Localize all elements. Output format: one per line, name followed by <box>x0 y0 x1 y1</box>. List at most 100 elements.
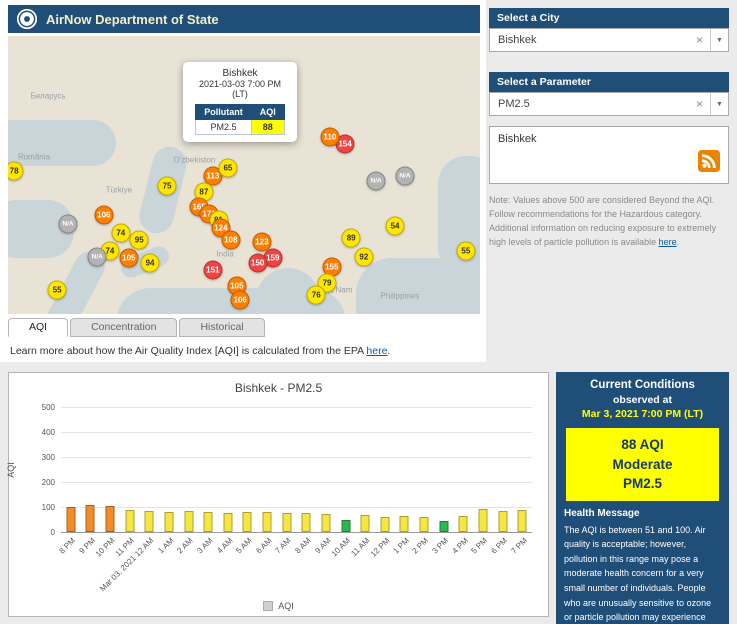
aqi-marker[interactable]: N/A <box>87 247 107 267</box>
aqi-marker[interactable]: 110 <box>320 127 340 147</box>
app-title: AirNow Department of State <box>46 11 219 27</box>
aqi-marker[interactable]: 150 <box>248 253 268 273</box>
tab-historical[interactable]: Historical <box>179 318 265 337</box>
x-axis-label: 12 PM <box>368 536 392 559</box>
popup-pollutant-value: PM2.5 <box>195 119 252 135</box>
app-header: AirNow Department of State <box>8 5 480 33</box>
chart-bar-slot: 3 PM <box>430 407 454 556</box>
x-axis-label: 8 AM <box>293 536 313 556</box>
aqi-marker[interactable]: 105 <box>119 248 139 268</box>
health-message-header: Health Message <box>564 507 640 519</box>
aqi-bar[interactable] <box>262 511 272 532</box>
aqi-marker[interactable]: 106 <box>230 290 250 310</box>
aqi-marker[interactable]: 55 <box>47 280 67 300</box>
aqi-marker[interactable]: N/A <box>395 166 415 186</box>
chart-title: Bishkek - PM2.5 <box>234 381 323 395</box>
chart-bar-slot: 6 AM <box>254 407 277 555</box>
tab-aqi[interactable]: AQI <box>8 318 69 337</box>
select-parameter-header: Select a Parameter <box>489 72 729 92</box>
aqi-bar[interactable] <box>184 511 194 532</box>
chart-bar-slot: 4 PM <box>450 407 474 556</box>
aqi-marker[interactable]: N/A <box>58 214 78 234</box>
aqi-bar[interactable] <box>439 520 449 532</box>
aqi-bar[interactable] <box>341 520 351 532</box>
chart-bar-slot: 5 AM <box>235 407 258 555</box>
aqi-marker[interactable]: 78 <box>8 161 24 181</box>
aqi-bar[interactable] <box>517 510 527 532</box>
x-axis-label: 10 PM <box>93 536 117 559</box>
department-of-state-seal-icon <box>16 8 38 30</box>
parameter-select[interactable]: PM2.5 × ▼ <box>489 92 729 116</box>
aqi-bar[interactable] <box>419 516 429 532</box>
x-axis-label: 8 PM <box>57 536 78 556</box>
popup-city: Bishkek <box>222 68 258 79</box>
aqi-bar[interactable] <box>203 512 213 532</box>
parameter-clear-icon[interactable]: × <box>689 97 710 111</box>
map-popup[interactable]: Bishkek 2021-03-03 7:00 PM (LT) Pollutan… <box>183 62 297 142</box>
chart-bar-slot: 1 AM <box>156 407 179 555</box>
aqi-marker[interactable]: 95 <box>129 230 149 250</box>
x-axis-label: 3 AM <box>195 536 215 556</box>
aqi-bar[interactable] <box>498 510 508 532</box>
aqi-marker[interactable]: 54 <box>385 216 405 236</box>
rss-feed-box: Bishkek <box>489 126 729 184</box>
aqi-marker[interactable]: 123 <box>252 232 272 252</box>
aqi-bar[interactable] <box>458 515 468 532</box>
aqi-bar[interactable] <box>478 509 488 532</box>
popup-aqi-value: 88 <box>250 119 285 135</box>
aqi-bar[interactable] <box>105 506 115 532</box>
chart-bar-slot: 12 PM <box>368 407 395 559</box>
aqi-marker[interactable]: 89 <box>341 228 361 248</box>
rss-city-label: Bishkek <box>498 133 537 145</box>
note-text: Note: Values above 500 are considered Be… <box>489 195 717 247</box>
aqi-bar[interactable] <box>360 515 370 532</box>
chart-bar-slot: 11 AM <box>350 407 375 558</box>
chart-bar-slot: 10 PM <box>94 407 120 559</box>
tab-concentration[interactable]: Concentration <box>70 318 178 337</box>
aqi-bar[interactable] <box>399 516 409 532</box>
aqi-bar[interactable] <box>282 512 292 532</box>
aqi-bar[interactable] <box>66 506 76 532</box>
x-axis-label: 4 PM <box>450 536 470 556</box>
air-quality-map[interactable]: Беларусь România Türkiye O'zbekiston India Vi… <box>8 36 480 314</box>
aqi-bar[interactable] <box>144 510 154 532</box>
aqi-marker[interactable]: N/A <box>366 171 386 191</box>
popup-local-time: (LT) <box>232 89 248 99</box>
aqi-bar[interactable] <box>301 513 311 532</box>
note-link[interactable]: here <box>659 237 677 247</box>
aqi-category: Moderate <box>612 456 673 472</box>
aqi-marker[interactable]: 94 <box>140 253 160 273</box>
chart-bar-slot: Mar 03, 2021 12 AM <box>98 407 160 593</box>
aqi-marker[interactable]: 74 <box>111 223 131 243</box>
aqi-marker[interactable]: 106 <box>94 205 114 225</box>
observed-datetime: Mar 3, 2021 7:00 PM (LT) <box>581 408 704 420</box>
aqi-bar[interactable] <box>242 512 252 532</box>
city-select[interactable]: Bishkek × ▼ <box>489 28 729 52</box>
rss-icon[interactable] <box>698 150 720 177</box>
learn-more-text: Learn more about how the Air Quality Ind… <box>10 345 390 357</box>
aqi-marker[interactable]: 75 <box>157 176 177 196</box>
aqi-marker[interactable]: 55 <box>456 241 476 261</box>
x-axis-label: 6 PM <box>489 536 509 556</box>
x-axis-label: 1 PM <box>391 536 411 556</box>
aqi-marker[interactable]: 76 <box>306 285 326 305</box>
aqi-bar[interactable] <box>164 511 174 532</box>
chart-bar-slot: 8 PM <box>58 407 81 556</box>
aqi-marker[interactable]: 108 <box>221 230 241 250</box>
aqi-bar[interactable] <box>321 514 331 532</box>
health-message-text: The AQI is between 51 and 100. Air quali… <box>564 524 712 623</box>
city-clear-icon[interactable]: × <box>689 33 710 47</box>
aqi-bar[interactable] <box>125 510 135 532</box>
parameter-select-value: PM2.5 <box>498 98 530 110</box>
city-chevron-down-icon[interactable]: ▼ <box>710 29 728 51</box>
aqi-marker[interactable]: 151 <box>203 260 223 280</box>
parameter-chevron-down-icon[interactable]: ▼ <box>710 93 728 115</box>
aqi-bar[interactable] <box>380 516 390 532</box>
y-axis-tick: 400 <box>41 428 55 437</box>
aqi-marker[interactable]: 65 <box>218 158 238 178</box>
chart-legend: AQI <box>9 601 548 611</box>
learn-more-link[interactable]: here <box>366 345 387 357</box>
aqi-bar[interactable] <box>223 512 233 532</box>
aqi-bar[interactable] <box>85 505 95 532</box>
aqi-marker[interactable]: 92 <box>354 247 374 267</box>
